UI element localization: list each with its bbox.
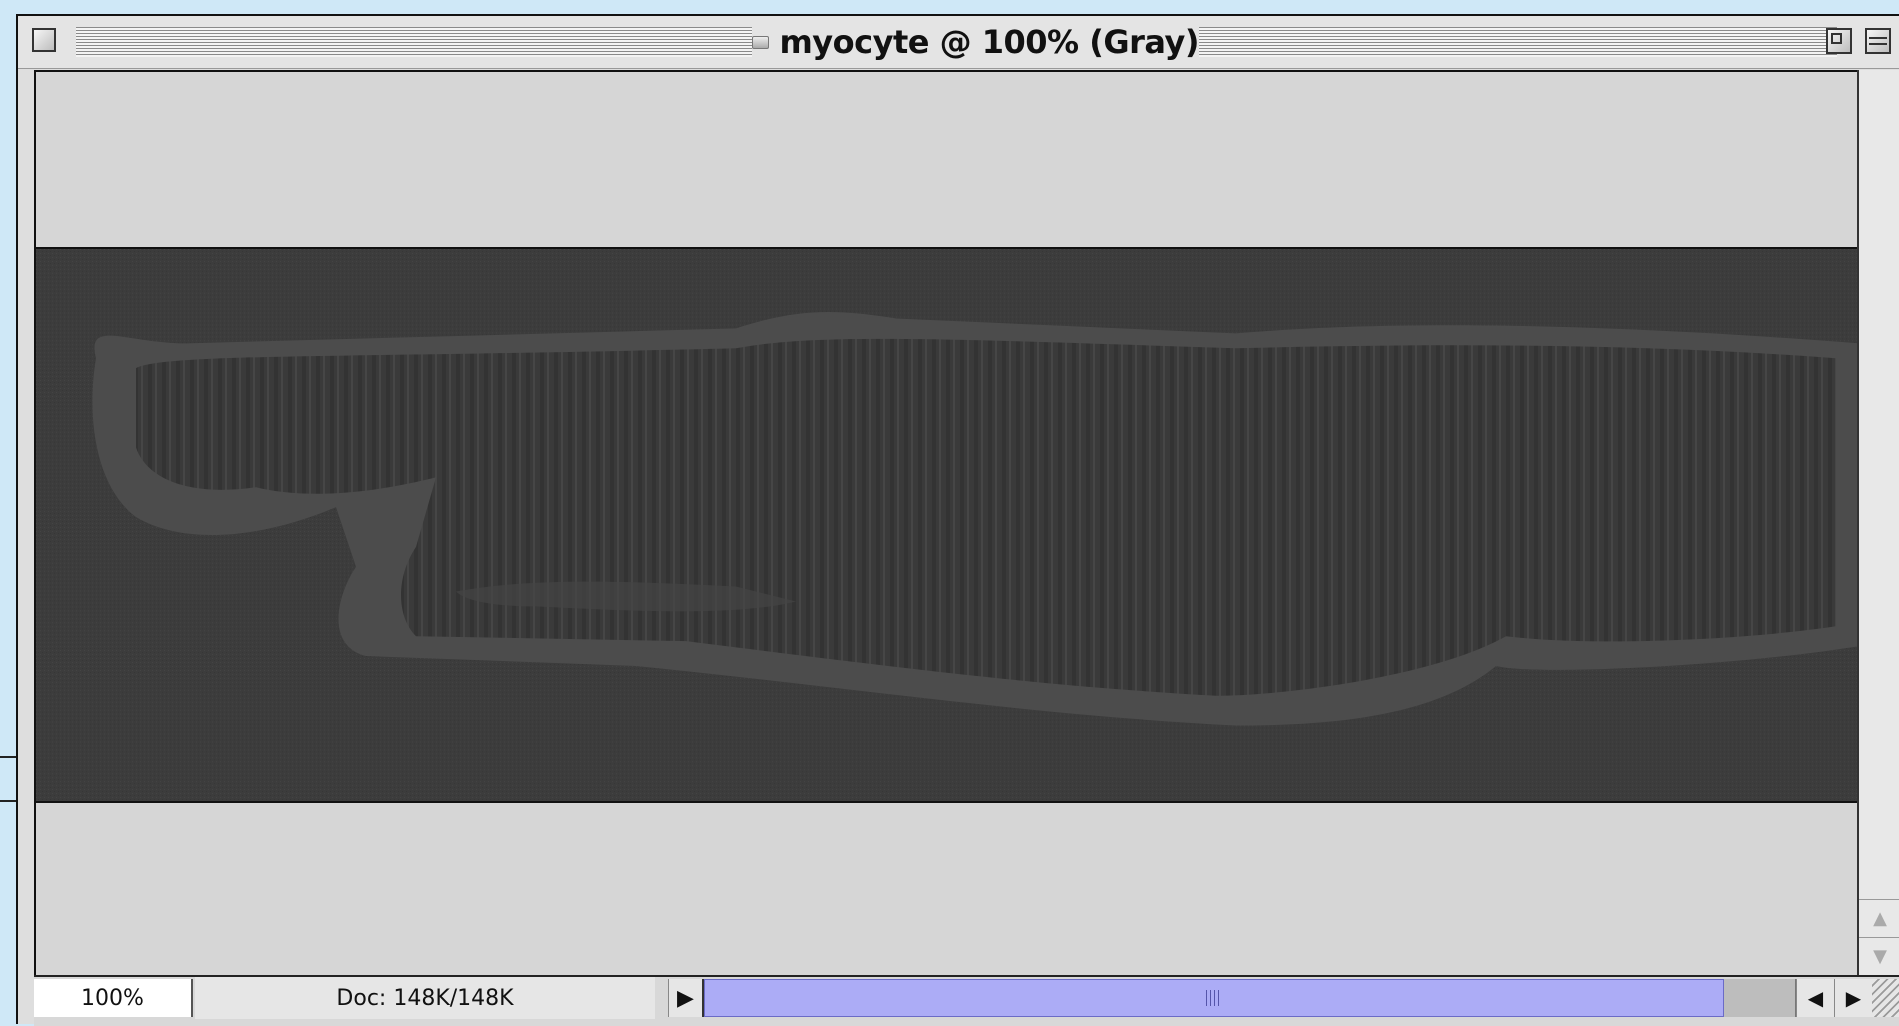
myocyte-image[interactable] <box>36 247 1857 803</box>
desktop-edge-mark <box>0 756 16 758</box>
myocyte-image-graphic <box>36 249 1857 801</box>
window-title: myocyte @ 100% (Gray) <box>779 23 1199 61</box>
title-bar-stripes <box>76 27 752 57</box>
canvas-area[interactable] <box>34 70 1857 975</box>
triangle-left-icon[interactable]: ◀ <box>1796 979 1834 1017</box>
close-box-icon[interactable] <box>32 28 56 52</box>
doc-size-info: Doc: 148K/148K <box>195 977 655 1019</box>
zoom-box-icon[interactable] <box>1826 28 1852 54</box>
triangle-right-icon[interactable]: ▶ <box>668 979 704 1017</box>
triangle-right-icon[interactable]: ▶ <box>1834 979 1872 1017</box>
horizontal-scroll-track[interactable] <box>1724 979 1796 1017</box>
horizontal-scrollbar[interactable] <box>704 979 1724 1017</box>
proxy-document-icon[interactable] <box>752 35 770 49</box>
horizontal-scroll-thumb[interactable] <box>704 979 1724 1017</box>
zoom-level-field[interactable]: 100% <box>34 979 193 1017</box>
desktop-edge-mark <box>0 800 16 802</box>
vertical-scrollbar[interactable]: ▲ ▼ <box>1857 70 1899 975</box>
scroll-grip-icon <box>1206 990 1222 1006</box>
arrow-up-icon[interactable]: ▲ <box>1859 899 1899 937</box>
title-bar[interactable]: myocyte @ 100% (Gray) <box>18 16 1899 69</box>
arrow-down-icon[interactable]: ▼ <box>1859 937 1899 975</box>
status-bar: 100% Doc: 148K/148K ▶ ◀ ▶ <box>34 975 1899 1026</box>
window-title-group: myocyte @ 100% (Gray) <box>752 20 1199 64</box>
title-bar-stripes <box>1199 27 1837 57</box>
resize-grip-icon[interactable] <box>1872 979 1899 1017</box>
image-window: myocyte @ 100% (Gray) ▲ ▼ 100% Doc: 148K… <box>16 14 1899 1026</box>
collapse-box-icon[interactable] <box>1865 28 1891 54</box>
